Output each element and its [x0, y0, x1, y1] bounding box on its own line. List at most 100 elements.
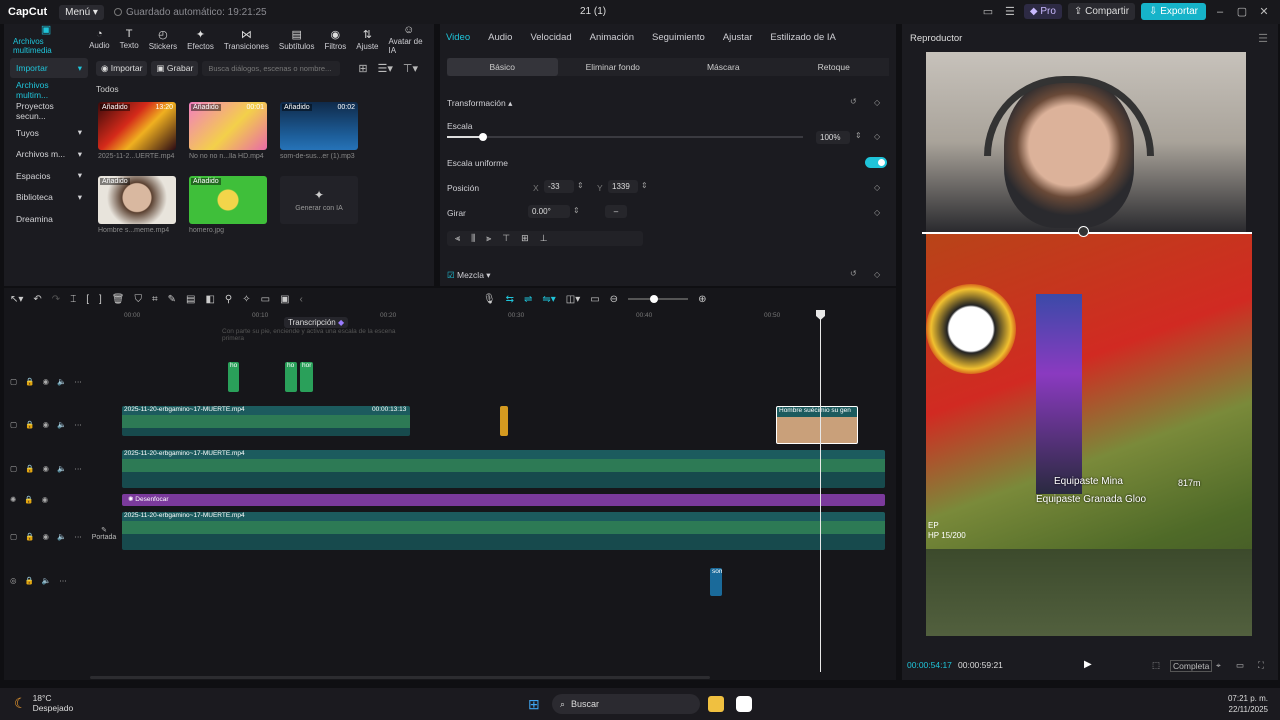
delete-icon[interactable]: 🗑: [112, 294, 125, 305]
link-icon[interactable]: ⇆: [506, 294, 514, 305]
tool-filters[interactable]: ◉ Filtros: [319, 24, 351, 54]
lock-icon[interactable]: 🔒: [25, 464, 34, 473]
tab-ai-style[interactable]: Estilizado de IA: [770, 32, 835, 43]
video-preview[interactable]: Equipaste Mina Equipaste Granada Gloo 81…: [922, 52, 1252, 636]
lock-icon[interactable]: 🔒: [24, 495, 33, 504]
minimize-icon[interactable]: –: [1212, 6, 1228, 18]
sidebar-item-yours[interactable]: Tuyos ▾: [10, 123, 88, 143]
shield-icon[interactable]: ⛉: [134, 294, 142, 305]
tool-media[interactable]: ▣ Archivos multimedia: [8, 24, 84, 55]
sidebar-item-dreamina[interactable]: Dreamina: [10, 209, 88, 229]
crop-tool-icon[interactable]: ⌗: [152, 294, 158, 305]
quality-button[interactable]: Completa: [1170, 660, 1213, 672]
zoom-knob[interactable]: [650, 295, 659, 303]
align-top-icon[interactable]: ⊤: [502, 233, 510, 244]
rotate-input[interactable]: 0.00°: [528, 205, 570, 218]
file-explorer-icon[interactable]: [708, 696, 724, 712]
scale-value[interactable]: 100%: [816, 131, 850, 144]
cover-button[interactable]: ✎ Portada: [90, 526, 118, 548]
scale-slider[interactable]: [447, 136, 803, 138]
taskbar-search[interactable]: ⌕ Buscar: [552, 694, 700, 714]
list-icon[interactable]: ☰: [1002, 5, 1018, 18]
rotate-flip-button[interactable]: –: [605, 205, 627, 218]
layout-icon[interactable]: ▭: [980, 5, 996, 18]
eye-icon[interactable]: ◉: [42, 532, 49, 541]
grid-view-icon[interactable]: ⊞: [358, 62, 367, 75]
subtab-mask[interactable]: Máscara: [668, 58, 779, 76]
caption-toggle-icon[interactable]: ▭: [590, 294, 599, 305]
weather-widget[interactable]: ☾ 18°C Despejado: [14, 693, 73, 713]
undo-icon[interactable]: ↶: [33, 294, 41, 305]
track-toggle-icon[interactable]: ▢: [10, 464, 17, 473]
trim-right-icon[interactable]: ]: [99, 294, 102, 305]
keyframe-icon[interactable]: ◇: [874, 98, 880, 107]
snapshot-icon[interactable]: ⌖: [1216, 660, 1221, 671]
record-button[interactable]: ▣ Grabar: [151, 60, 199, 76]
volume-icon[interactable]: 🔈: [57, 377, 66, 386]
track-toggle-icon[interactable]: ▢: [10, 377, 17, 386]
fullscreen-icon[interactable]: ⛶: [1258, 660, 1264, 671]
more-icon[interactable]: ⋯: [74, 377, 82, 386]
sticker-clip[interactable]: hor: [300, 362, 313, 392]
blur-effect-clip[interactable]: ✺ Desenfocar: [122, 494, 885, 506]
align-middle-icon[interactable]: ⊞: [521, 233, 529, 244]
selected-meme-clip[interactable]: Hombre suécimio su gen: [776, 406, 858, 444]
align-bottom-icon[interactable]: ⊥: [540, 233, 548, 244]
tool-avatar[interactable]: ☺ Avatar de IA: [383, 24, 434, 55]
trim-left-icon[interactable]: [: [86, 294, 89, 305]
transform-heading[interactable]: Transformación ▴: [447, 98, 512, 109]
eye-icon[interactable]: ◉: [42, 420, 49, 429]
snap-icon[interactable]: ⇋▾: [542, 294, 555, 305]
stepper-icon[interactable]: ⇕: [855, 131, 862, 140]
media-item[interactable]: Añadido Hombre s...meme.mp4: [98, 176, 176, 234]
more-icon[interactable]: ⋯: [74, 420, 82, 429]
collapse-icon[interactable]: ‹: [300, 294, 303, 305]
blend-heading[interactable]: ☑ Mezcla ▾: [447, 270, 491, 281]
volume-icon[interactable]: 🔈: [57, 532, 66, 541]
tab-adjust[interactable]: Ajustar: [723, 32, 753, 43]
keyframe-icon[interactable]: ◇: [874, 132, 880, 141]
align-right-icon[interactable]: ⫸: [486, 233, 491, 244]
stepper-icon[interactable]: ⇕: [577, 181, 584, 190]
redo-icon[interactable]: ↷: [52, 294, 60, 305]
tab-audio[interactable]: Audio: [488, 32, 512, 43]
image-icon[interactable]: ▣: [280, 294, 289, 305]
keyframe-icon[interactable]: ◇: [874, 183, 880, 192]
transcript-icon[interactable]: ▤: [186, 294, 195, 305]
capcut-taskbar-icon[interactable]: [736, 696, 752, 712]
export-button[interactable]: ⇩ Exportar: [1141, 3, 1206, 20]
checkbox-icon[interactable]: ☑: [447, 270, 455, 280]
reset-icon[interactable]: ↺: [850, 269, 857, 278]
rotate-handle-icon[interactable]: [1078, 226, 1089, 237]
import-button[interactable]: ◉ Importar: [96, 60, 148, 76]
subtab-remove-bg[interactable]: Eliminar fondo: [558, 58, 669, 76]
keyframe-icon[interactable]: ◇: [874, 208, 880, 217]
magic-icon[interactable]: ✧: [242, 294, 250, 305]
sidebar-item-projects[interactable]: Proyectos secun...: [10, 101, 88, 121]
pen-icon[interactable]: ✎: [168, 294, 176, 305]
mic-icon[interactable]: 🎙: [483, 294, 496, 305]
more-icon[interactable]: ⋯: [59, 576, 67, 585]
more-icon[interactable]: ⋯: [74, 532, 82, 541]
stepper-icon[interactable]: ⇕: [641, 181, 648, 190]
volume-icon[interactable]: 🔈: [57, 420, 66, 429]
split-icon[interactable]: ⌶: [70, 294, 76, 305]
effect-track-icon[interactable]: ✺: [10, 495, 16, 504]
magnet-icon[interactable]: ⇌: [524, 294, 532, 305]
media-item[interactable]: Añadido 00:01 No no no n...lla HD.mp4: [189, 102, 267, 160]
select-icon[interactable]: ↖▾: [10, 294, 23, 305]
menu-button[interactable]: Menú ▾: [59, 4, 104, 20]
sort-icon[interactable]: ☰▾: [378, 62, 393, 75]
generate-ai-tile[interactable]: ✦ Generar con IA: [280, 176, 358, 224]
filter-icon[interactable]: ⊤▾: [403, 62, 418, 75]
tool-stickers[interactable]: ◴ Stickers: [144, 24, 182, 54]
align-left-icon[interactable]: ⫷: [455, 233, 460, 244]
tool-transitions[interactable]: ⋈ Transiciones: [219, 24, 274, 54]
tool-effects[interactable]: ✦ Efectos: [182, 24, 219, 54]
media-item[interactable]: Añadido 13:20 2025-11-2...UERTE.mp4: [98, 102, 176, 160]
system-clock[interactable]: 07:21 p. m. 22/11/2025: [1228, 693, 1268, 715]
track-toggle-icon[interactable]: ▢: [10, 420, 17, 429]
track-toggle-icon[interactable]: ▢: [10, 532, 17, 541]
audio-track-icon[interactable]: ◎: [10, 576, 17, 585]
sidebar-item-import[interactable]: Importar ▾: [10, 58, 88, 78]
